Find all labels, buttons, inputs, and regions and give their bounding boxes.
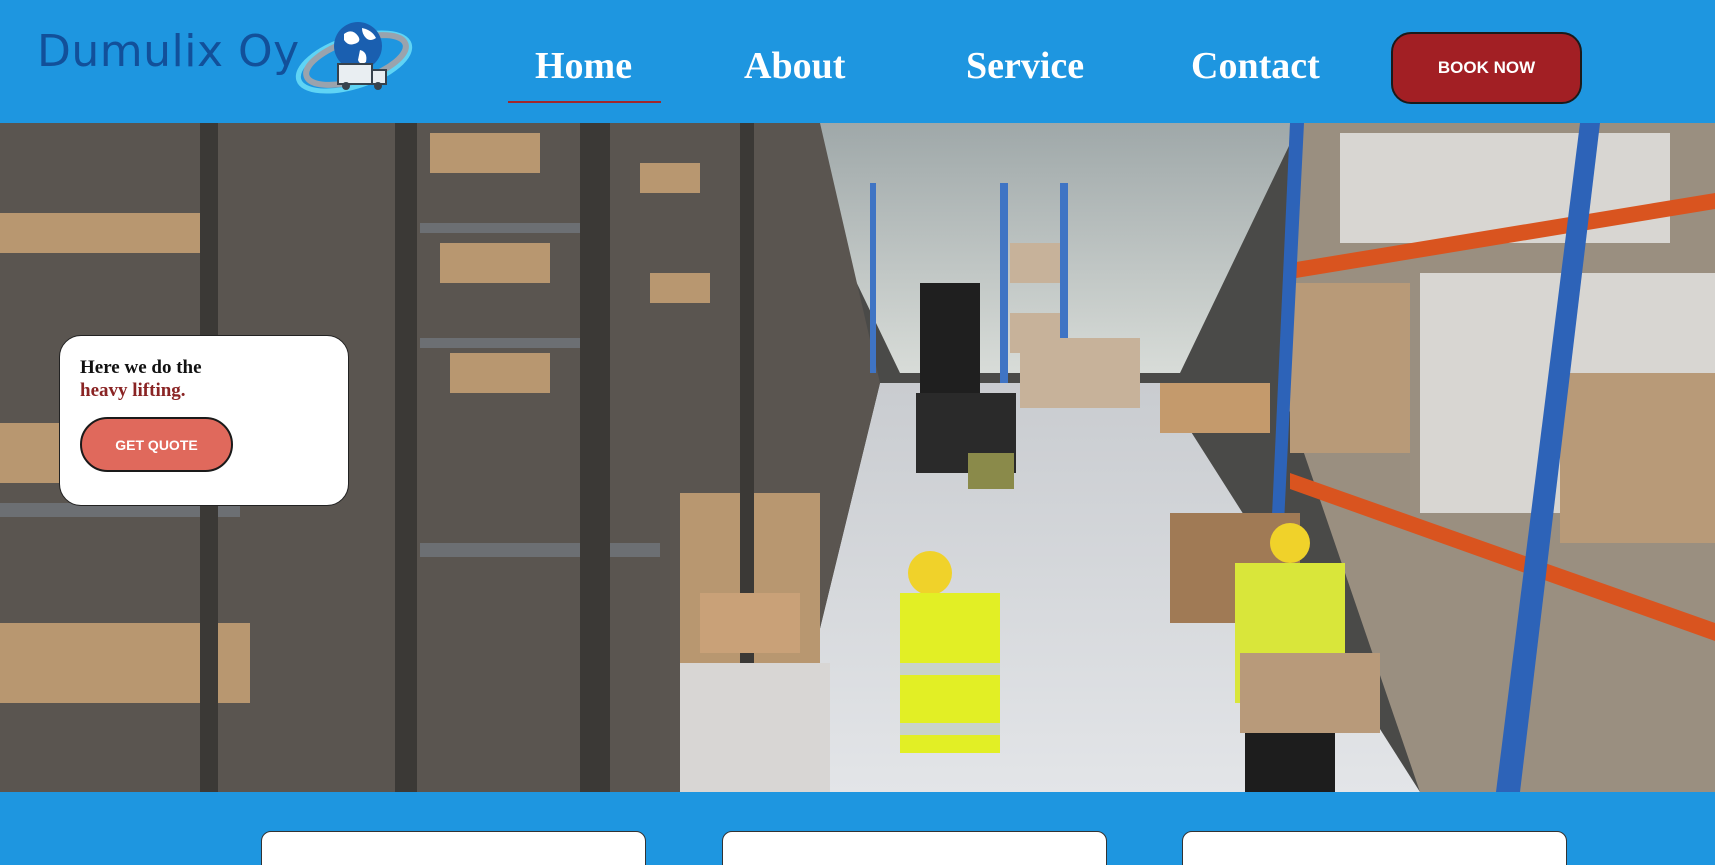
nav-about-link[interactable]: About xyxy=(744,44,845,88)
hero-tagline-line2: heavy lifting. xyxy=(80,380,186,401)
nav-home-link[interactable]: Home xyxy=(535,44,632,88)
nav-service-link[interactable]: Service xyxy=(966,44,1084,88)
globe-truck-logo-icon[interactable] xyxy=(292,14,414,98)
brand-name[interactable]: Dumulix Oy xyxy=(37,26,300,77)
book-now-button[interactable]: BOOK NOW xyxy=(1391,32,1582,104)
hero-section: Here we do the heavy lifting. GET QUOTE xyxy=(0,123,1715,792)
feature-card xyxy=(722,831,1107,865)
feature-card xyxy=(1182,831,1567,865)
active-nav-underline xyxy=(508,101,661,103)
feature-card xyxy=(261,831,646,865)
site-header: Dumulix Oy Home About Service Contact BO… xyxy=(0,0,1715,123)
hero-quote-card: Here we do the heavy lifting. GET QUOTE xyxy=(59,335,349,506)
hero-tagline-line1: Here we do the xyxy=(80,357,202,378)
get-quote-button[interactable]: GET QUOTE xyxy=(80,417,233,472)
nav-contact-link[interactable]: Contact xyxy=(1191,44,1320,88)
